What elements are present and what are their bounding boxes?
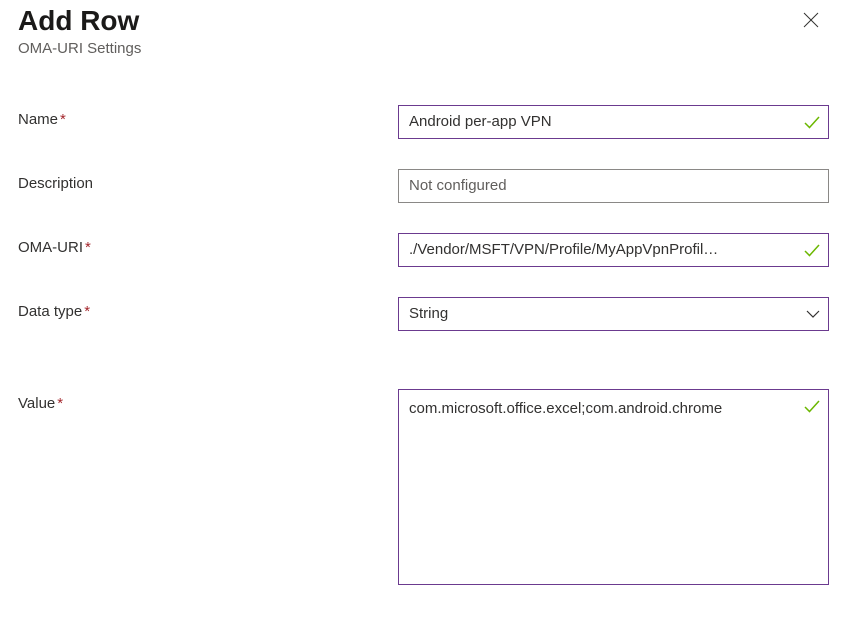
oma-uri-control: [398, 233, 829, 267]
description-control: [398, 169, 829, 203]
name-label: Name*: [18, 105, 398, 128]
data-type-label: Data type*: [18, 297, 398, 320]
required-indicator: *: [84, 303, 90, 320]
oma-uri-input[interactable]: [398, 233, 829, 267]
description-input[interactable]: [398, 169, 829, 203]
panel-title: Add Row: [18, 4, 829, 38]
close-icon: [803, 12, 819, 33]
label-text: Description: [18, 175, 93, 192]
data-type-row: Data type* String: [18, 297, 829, 331]
oma-uri-row: OMA-URI*: [18, 233, 829, 267]
value-textarea[interactable]: com.microsoft.office.excel;com.android.c…: [398, 389, 829, 585]
description-label: Description: [18, 169, 398, 192]
label-text: Data type: [18, 303, 82, 320]
label-text: Value: [18, 395, 55, 412]
data-type-select[interactable]: String: [398, 297, 829, 331]
add-row-panel: Add Row OMA-URI Settings Name*: [0, 0, 847, 638]
oma-uri-label: OMA-URI*: [18, 233, 398, 256]
data-type-control: String: [398, 297, 829, 331]
value-label: Value*: [18, 389, 398, 412]
required-indicator: *: [85, 239, 91, 256]
select-value: String: [409, 305, 448, 322]
required-indicator: *: [57, 395, 63, 412]
close-button[interactable]: [799, 10, 823, 34]
name-row: Name*: [18, 105, 829, 139]
value-control: com.microsoft.office.excel;com.android.c…: [398, 389, 829, 590]
required-indicator: *: [60, 111, 66, 128]
name-input[interactable]: [398, 105, 829, 139]
name-control: [398, 105, 829, 139]
label-text: OMA-URI: [18, 239, 83, 256]
label-text: Name: [18, 111, 58, 128]
panel-subtitle: OMA-URI Settings: [18, 40, 829, 57]
value-row: Value* com.microsoft.office.excel;com.an…: [18, 389, 829, 590]
panel-header: Add Row OMA-URI Settings: [18, 4, 829, 57]
description-row: Description: [18, 169, 829, 203]
